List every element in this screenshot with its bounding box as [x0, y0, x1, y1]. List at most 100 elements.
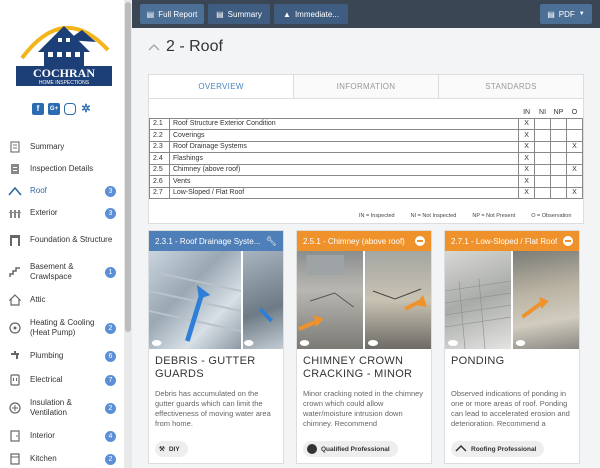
section-tabs: OVERVIEW INFORMATION STANDARDS	[149, 75, 583, 99]
responsibility-tag: Qualified Professional	[303, 441, 398, 457]
item-name: Coverings	[168, 129, 520, 142]
item-name: Low-Sloped / Flat Roof	[168, 186, 520, 199]
sidebar-item-electrical[interactable]: Electrical 7	[0, 368, 124, 392]
np-cell	[550, 186, 568, 199]
card-header-label: 2.5.1 - Chimney (above roof)	[303, 236, 405, 246]
card-header: 2.3.1 - Roof Drainage Syste... 🔧︎	[149, 231, 283, 251]
issue-count-badge: 4	[105, 430, 116, 442]
minus-circle-icon	[563, 236, 573, 246]
defect-card[interactable]: 2.5.1 - Chimney (above roof) CHIMNEY CRO…	[296, 230, 432, 464]
legend-item: NI = Not Inspected	[410, 213, 457, 219]
issue-count-badge: 2	[105, 402, 116, 414]
sidebar-scrollbar[interactable]	[124, 0, 132, 468]
table-row[interactable]: 2.1 Roof Structure Exterior Condition X	[149, 117, 583, 130]
sidebar-item-label: Summary	[30, 142, 65, 151]
np-cell	[550, 175, 568, 188]
sidebar-item-plumbing[interactable]: Plumbing 6	[0, 344, 124, 368]
defect-card[interactable]: 2.3.1 - Roof Drainage Syste... 🔧︎ DEBRIS…	[148, 230, 284, 464]
summary-button[interactable]: ▤ Summary	[208, 4, 270, 24]
minus-circle-icon	[415, 236, 425, 246]
chevron-down-icon: ▼	[578, 11, 585, 17]
inspection-photo[interactable]	[149, 251, 241, 349]
sidebar-item-basement[interactable]: Basement & Crawlspace 1	[0, 256, 124, 288]
sidebar-item-label: Foundation & Structure	[30, 235, 113, 244]
in-cell: X	[518, 117, 536, 130]
sidebar-item-exterior[interactable]: Exterior 3	[0, 202, 124, 224]
inspection-photo[interactable]	[363, 251, 431, 349]
item-number: 2.6	[149, 175, 170, 188]
sidebar: COCHRAN HOME INSPECTIONS f G+ ✲ Summary …	[0, 0, 124, 468]
sidebar-item-label: Interior	[30, 431, 55, 440]
inspection-photo[interactable]	[241, 251, 283, 349]
stove-icon	[8, 452, 22, 466]
inspection-photo[interactable]	[297, 251, 363, 349]
table-row[interactable]: 2.4 Flashings X	[149, 152, 583, 165]
sidebar-item-label: Attic	[30, 295, 46, 304]
table-row[interactable]: 2.3 Roof Drainage Systems X X	[149, 140, 583, 153]
house-icon	[8, 293, 22, 307]
in-cell: X	[518, 175, 536, 188]
sidebar-item-kitchen[interactable]: Kitchen 2	[0, 448, 124, 468]
sidebar-item-label: Insulation & Ventilation	[30, 398, 72, 417]
page-title: 2 - Roof	[166, 38, 223, 55]
in-cell: X	[518, 186, 536, 199]
company-logo[interactable]: COCHRAN HOME INSPECTIONS	[12, 10, 116, 90]
fence-icon	[8, 206, 22, 220]
sidebar-item-label: Plumbing	[30, 351, 64, 360]
sidebar-item-summary[interactable]: Summary	[0, 136, 124, 158]
ni-cell	[534, 117, 552, 130]
sidebar-item-foundation[interactable]: Foundation & Structure	[0, 224, 124, 256]
scrollbar-thumb[interactable]	[125, 2, 131, 332]
tools-icon: ⚒	[159, 446, 165, 453]
table-row[interactable]: 2.7 Low-Sloped / Flat Roof X X	[149, 186, 583, 199]
column-header: NP	[553, 109, 564, 117]
clipboard-icon	[8, 162, 22, 176]
faucet-icon	[8, 349, 22, 363]
responsibility-label: DIY	[168, 445, 180, 453]
o-cell: X	[566, 163, 583, 176]
item-number: 2.7	[149, 186, 170, 199]
ni-cell	[534, 140, 552, 153]
table-row[interactable]: 2.2 Coverings X	[149, 129, 583, 142]
inspection-photo[interactable]	[445, 251, 511, 349]
card-header: 2.7.1 - Low-Sloped / Flat Roof	[445, 231, 579, 251]
sidebar-item-insulation[interactable]: Insulation & Ventilation 2	[0, 392, 124, 424]
item-number: 2.2	[149, 129, 170, 142]
o-cell	[566, 175, 583, 188]
immediate-button[interactable]: ▲ Immediate...	[274, 4, 348, 24]
document-icon	[8, 140, 22, 154]
item-name: Roof Drainage Systems	[168, 140, 520, 153]
card-header: 2.5.1 - Chimney (above roof)	[297, 231, 431, 251]
defect-card[interactable]: 2.7.1 - Low-Sloped / Flat Roof PONDING O…	[444, 230, 580, 464]
tab-standards[interactable]: STANDARDS	[438, 75, 583, 98]
o-cell	[566, 152, 583, 165]
yelp-icon[interactable]: ✲	[80, 103, 92, 115]
sidebar-item-inspection-details[interactable]: Inspection Details	[0, 158, 124, 180]
facebook-icon[interactable]: f	[32, 103, 44, 115]
inspection-photo[interactable]	[511, 251, 579, 349]
fan-icon	[8, 321, 22, 335]
pdf-button[interactable]: ▤ PDF ▼	[540, 4, 592, 24]
card-title: CHIMNEY CROWN CRACKING - MINOR	[303, 355, 413, 380]
full-report-button[interactable]: ▤ Full Report	[140, 4, 204, 24]
social-links: f G+ ✲	[32, 103, 92, 115]
pdf-label: PDF	[558, 9, 575, 19]
sidebar-item-interior[interactable]: Interior 4	[0, 424, 124, 448]
o-cell: X	[566, 140, 583, 153]
card-description: Debris has accumulated on the gutter gua…	[155, 389, 271, 428]
sidebar-item-heating-cooling[interactable]: Heating & Cooling (Heat Pump) 2	[0, 312, 124, 344]
tab-information[interactable]: INFORMATION	[293, 75, 438, 98]
tab-overview[interactable]: OVERVIEW	[149, 75, 293, 98]
google-plus-icon[interactable]: G+	[48, 103, 60, 115]
instagram-icon[interactable]	[64, 103, 76, 115]
table-row[interactable]: 2.5 Chimney (above roof) X X	[149, 163, 583, 176]
item-number: 2.3	[149, 140, 170, 153]
vent-icon	[8, 401, 22, 415]
stairs-icon	[8, 265, 22, 279]
list-icon: ▤	[216, 9, 224, 19]
sidebar-item-attic[interactable]: Attic	[0, 288, 124, 312]
table-header-row: IN NI NP O	[150, 108, 583, 118]
item-number: 2.5	[149, 163, 170, 176]
table-row[interactable]: 2.6 Vents X	[149, 175, 583, 188]
sidebar-item-roof[interactable]: Roof 3	[0, 180, 124, 202]
